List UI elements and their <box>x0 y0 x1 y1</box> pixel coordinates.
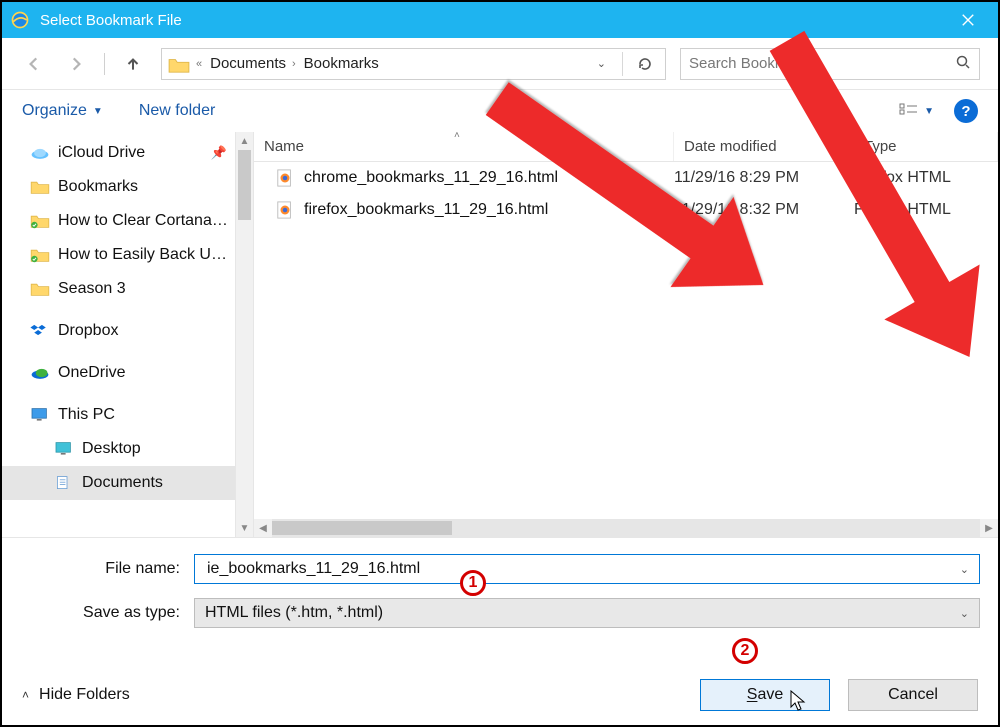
chevron-down-icon: ▼ <box>93 106 103 117</box>
tree-item-bookmarks[interactable]: Bookmarks <box>2 170 235 204</box>
nav-bar: « Documents › Bookmarks ⌄ Search Bookmar… <box>2 38 998 90</box>
scroll-thumb[interactable] <box>272 521 452 535</box>
cancel-button[interactable]: Cancel <box>848 679 978 711</box>
organize-button[interactable]: Organize▼ <box>22 102 103 120</box>
savetype-label: Save as type: <box>20 604 194 622</box>
scroll-thumb[interactable] <box>238 150 251 220</box>
dialog-window: Select Bookmark File « Documents › Bookm… <box>0 0 1000 727</box>
column-name[interactable]: Name <box>254 132 674 161</box>
filename-label: File name: <box>20 560 194 578</box>
sort-caret-icon: ˄ <box>454 132 460 141</box>
chevron-down-icon: ▼ <box>924 106 934 117</box>
save-button[interactable]: SSaveave <box>700 679 830 711</box>
chevron-up-icon: ˄ <box>22 688 29 702</box>
refresh-button[interactable] <box>631 50 659 78</box>
tree-item-folder[interactable]: How to Easily Back U… <box>2 238 235 272</box>
search-placeholder: Search Bookmarks <box>689 55 955 72</box>
scroll-left-button[interactable]: ◀ <box>254 519 272 537</box>
tree-item-icloud[interactable]: iCloud Drive 📌 <box>2 136 235 170</box>
onedrive-icon <box>30 365 50 381</box>
file-row[interactable]: chrome_bookmarks_11_29_16.html 11/29/16 … <box>254 162 998 194</box>
nav-back-button[interactable] <box>20 50 48 78</box>
window-title: Select Bookmark File <box>40 12 946 29</box>
chevron-down-icon[interactable]: ⌄ <box>960 563 969 576</box>
icloud-icon <box>30 145 50 161</box>
folder-icon <box>30 179 50 195</box>
navigation-tree: iCloud Drive 📌 Bookmarks How to Clear Co… <box>2 132 254 537</box>
address-dropdown-button[interactable]: ⌄ <box>593 57 610 70</box>
hide-folders-button[interactable]: ˄ Hide Folders <box>22 686 130 704</box>
nav-forward-button[interactable] <box>62 50 90 78</box>
tree-item-dropbox[interactable]: Dropbox <box>2 314 235 348</box>
folder-icon <box>168 56 188 72</box>
desktop-icon <box>54 441 74 457</box>
file-row[interactable]: firefox_bookmarks_11_29_16.html 11/29/16… <box>254 194 998 226</box>
save-form: File name: ⌄ Save as type: HTML files (*… <box>2 538 998 650</box>
pc-icon <box>30 407 50 423</box>
folder-check-icon <box>30 213 50 229</box>
firefox-html-icon <box>276 169 294 187</box>
file-hscrollbar[interactable]: ◀ ▶ <box>254 519 998 537</box>
tree-item-thispc[interactable]: This PC <box>2 398 235 432</box>
savetype-select[interactable]: HTML files (*.htm, *.html) ⌄ <box>194 598 980 628</box>
chevron-down-icon[interactable]: ⌄ <box>960 607 969 620</box>
close-button[interactable] <box>946 2 990 38</box>
column-type[interactable]: Type <box>854 132 998 161</box>
chevron-right-icon: › <box>292 58 296 70</box>
view-options-button[interactable]: ▼ <box>898 103 934 119</box>
nav-up-button[interactable] <box>119 50 147 78</box>
nav-separator <box>104 53 105 75</box>
search-icon <box>955 54 971 74</box>
scroll-up-button[interactable]: ▲ <box>236 132 253 150</box>
breadcrumb-prefix: « <box>196 58 202 70</box>
new-folder-button[interactable]: New folder <box>139 102 215 120</box>
dropbox-icon <box>30 323 50 339</box>
column-headers: Name Date modified Type <box>254 132 998 162</box>
pin-icon: 📌 <box>211 145 227 161</box>
search-input[interactable]: Search Bookmarks <box>680 48 980 80</box>
dialog-footer: ˄ Hide Folders SSaveave Cancel <box>2 665 998 725</box>
firefox-html-icon <box>276 201 294 219</box>
tree-scrollbar[interactable]: ▲ ▼ <box>235 132 253 537</box>
title-bar: Select Bookmark File <box>2 2 998 38</box>
main-pane: iCloud Drive 📌 Bookmarks How to Clear Co… <box>2 132 998 538</box>
column-date[interactable]: Date modified <box>674 132 854 161</box>
breadcrumb-item[interactable]: Documents › <box>210 55 296 72</box>
tree-item-desktop[interactable]: Desktop <box>2 432 235 466</box>
command-bar: Organize▼ New folder ▼ ? <box>2 90 998 132</box>
tree-item-onedrive[interactable]: OneDrive <box>2 356 235 390</box>
help-button[interactable]: ? <box>954 99 978 123</box>
scroll-right-button[interactable]: ▶ <box>980 519 998 537</box>
tree-item-folder[interactable]: Season 3 <box>2 272 235 306</box>
tree-item-folder[interactable]: How to Clear Cortana… <box>2 204 235 238</box>
file-list: Name Date modified Type ˄ chrome_bookmar… <box>254 132 998 537</box>
folder-check-icon <box>30 247 50 263</box>
documents-icon <box>54 475 74 491</box>
tree-item-documents[interactable]: Documents <box>2 466 235 500</box>
ie-logo-icon <box>10 10 30 30</box>
filename-text[interactable] <box>205 559 960 579</box>
address-bar[interactable]: « Documents › Bookmarks ⌄ <box>161 48 666 80</box>
folder-icon <box>30 281 50 297</box>
breadcrumb-item[interactable]: Bookmarks <box>304 55 379 72</box>
filename-input[interactable]: ⌄ <box>194 554 980 584</box>
scroll-down-button[interactable]: ▼ <box>236 519 253 537</box>
